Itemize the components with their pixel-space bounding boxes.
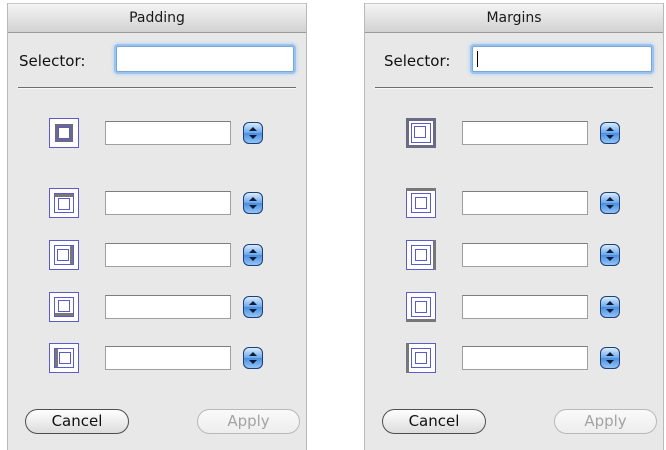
margins-right-stepper[interactable] [600, 244, 620, 266]
apply-button[interactable]: Apply [197, 409, 300, 434]
margins-all-field[interactable] [462, 121, 588, 145]
padding-right-stepper[interactable] [243, 244, 263, 266]
left-side-icon [406, 343, 436, 373]
top-side-icon [49, 188, 79, 218]
top-side-icon [406, 188, 436, 218]
margins-left-row [365, 343, 663, 375]
padding-all-stepper[interactable] [243, 122, 263, 144]
margins-top-field[interactable] [462, 191, 588, 215]
padding-all-row [8, 118, 306, 150]
margins-bottom-stepper[interactable] [600, 296, 620, 318]
selector-row: Selector: [365, 43, 663, 83]
divider [375, 87, 653, 89]
padding-panel: Padding Selector: Cancel Apply [7, 3, 307, 450]
padding-top-stepper[interactable] [243, 192, 263, 214]
panel-title: Margins [365, 3, 663, 33]
selector-input[interactable] [472, 46, 652, 72]
margins-left-field[interactable] [462, 346, 588, 370]
panel-title: Padding [8, 3, 306, 33]
cancel-button[interactable]: Cancel [25, 409, 129, 434]
padding-top-field[interactable] [105, 191, 231, 215]
text-caret [477, 51, 478, 67]
selector-row: Selector: [8, 43, 306, 83]
padding-left-row [8, 343, 306, 375]
padding-right-field[interactable] [105, 243, 231, 267]
padding-bottom-stepper[interactable] [243, 296, 263, 318]
padding-top-row [8, 188, 306, 220]
bottom-side-icon [49, 292, 79, 322]
margins-bottom-field[interactable] [462, 295, 588, 319]
padding-all-field[interactable] [105, 121, 231, 145]
bottom-side-icon [406, 292, 436, 322]
margins-bottom-row [365, 292, 663, 324]
margins-left-stepper[interactable] [600, 347, 620, 369]
selector-input[interactable] [116, 46, 294, 72]
padding-left-stepper[interactable] [243, 347, 263, 369]
cancel-button[interactable]: Cancel [382, 409, 486, 434]
margins-panel: Margins Selector: Cancel Apply [364, 3, 664, 450]
margins-right-field[interactable] [462, 243, 588, 267]
selector-label: Selector: [384, 52, 451, 70]
right-side-icon [49, 240, 79, 270]
selector-label: Selector: [19, 52, 86, 70]
apply-button[interactable]: Apply [554, 409, 657, 434]
margins-all-row [365, 118, 663, 150]
padding-bottom-row [8, 292, 306, 324]
all-sides-icon [49, 118, 79, 148]
margins-top-row [365, 188, 663, 220]
divider [18, 87, 296, 89]
padding-bottom-field[interactable] [105, 295, 231, 319]
right-side-icon [406, 240, 436, 270]
margins-top-stepper[interactable] [600, 192, 620, 214]
left-side-icon [49, 343, 79, 373]
padding-right-row [8, 240, 306, 272]
all-sides-icon [406, 118, 436, 148]
margins-all-stepper[interactable] [600, 122, 620, 144]
padding-left-field[interactable] [105, 346, 231, 370]
margins-right-row [365, 240, 663, 272]
